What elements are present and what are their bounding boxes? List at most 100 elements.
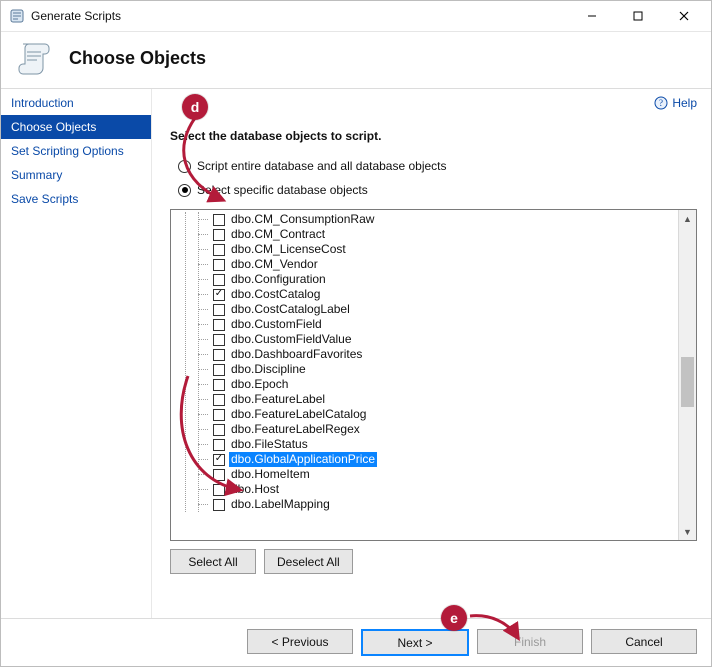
finish-button: Finish [477, 629, 583, 654]
tree-item-label: dbo.Host [229, 482, 281, 497]
sidebar-item-save-scripts[interactable]: Save Scripts [1, 187, 151, 211]
close-button[interactable] [661, 1, 707, 31]
sidebar-item-introduction[interactable]: Introduction [1, 91, 151, 115]
checkbox-icon[interactable] [213, 229, 225, 241]
tree-row[interactable]: dbo.CostCatalog [173, 287, 678, 302]
wizard-window: Generate Scripts Choose Objects Introduc… [0, 0, 712, 667]
wizard-body: IntroductionChoose ObjectsSet Scripting … [1, 89, 711, 618]
checkbox-icon[interactable] [213, 259, 225, 271]
tree-row[interactable]: dbo.HomeItem [173, 467, 678, 482]
page-title: Choose Objects [69, 48, 206, 69]
maximize-button[interactable] [615, 1, 661, 31]
checkbox-icon[interactable] [213, 499, 225, 511]
radio-label: Script entire database and all database … [197, 159, 447, 173]
window-title: Generate Scripts [31, 9, 121, 23]
radio-icon [178, 160, 191, 173]
tree-row[interactable]: dbo.FeatureLabelCatalog [173, 407, 678, 422]
checkbox-icon[interactable] [213, 244, 225, 256]
tree-item-label: dbo.CostCatalogLabel [229, 302, 352, 317]
radio-script-all[interactable]: Script entire database and all database … [178, 159, 697, 173]
tree-row[interactable]: dbo.CM_Vendor [173, 257, 678, 272]
minimize-button[interactable] [569, 1, 615, 31]
tree-row[interactable]: dbo.Discipline [173, 362, 678, 377]
radio-label: Select specific database objects [197, 183, 368, 197]
tree-row[interactable]: dbo.Host [173, 482, 678, 497]
instruction-text: Select the database objects to script. [170, 129, 697, 143]
scroll-up-icon[interactable]: ▲ [679, 210, 696, 227]
wizard-sidebar: IntroductionChoose ObjectsSet Scripting … [1, 89, 152, 618]
wizard-main: ? Help Select the database objects to sc… [152, 89, 711, 618]
sidebar-item-choose-objects[interactable]: Choose Objects [1, 115, 151, 139]
checkbox-icon[interactable] [213, 439, 225, 451]
help-label: Help [672, 96, 697, 110]
scroll-thumb[interactable] [681, 357, 694, 407]
scroll-track[interactable] [679, 227, 696, 523]
tree-item-label: dbo.Discipline [229, 362, 308, 377]
sidebar-item-set-scripting-options[interactable]: Set Scripting Options [1, 139, 151, 163]
tree-item-label: dbo.FeatureLabelRegex [229, 422, 362, 437]
checkbox-icon[interactable] [213, 379, 225, 391]
deselect-all-button[interactable]: Deselect All [264, 549, 353, 574]
help-icon: ? [654, 96, 668, 110]
scroll-down-icon[interactable]: ▼ [679, 523, 696, 540]
checkbox-icon[interactable] [213, 364, 225, 376]
tree-item-label: dbo.FileStatus [229, 437, 310, 452]
tree-row[interactable]: dbo.LabelMapping [173, 497, 678, 512]
tree-item-label: dbo.CM_LicenseCost [229, 242, 348, 257]
radio-script-specific[interactable]: Select specific database objects [178, 183, 697, 197]
script-icon [15, 38, 55, 78]
tree-item-label: dbo.HomeItem [229, 467, 312, 482]
tree-item-label: dbo.CostCatalog [229, 287, 322, 302]
tree-item-label: dbo.DashboardFavorites [229, 347, 364, 362]
next-button[interactable]: Next > [361, 629, 469, 656]
checkbox-icon[interactable] [213, 289, 225, 301]
tree-row[interactable]: dbo.CustomField [173, 317, 678, 332]
object-tree: dbo.CM_ConsumptionRawdbo.CM_Contractdbo.… [170, 209, 697, 541]
annotation-badge-d: d [182, 94, 208, 120]
checkbox-icon[interactable] [213, 319, 225, 331]
tree-row[interactable]: dbo.Configuration [173, 272, 678, 287]
tree-item-label: dbo.FeatureLabelCatalog [229, 407, 368, 422]
tree-row[interactable]: dbo.FileStatus [173, 437, 678, 452]
checkbox-icon[interactable] [213, 454, 225, 466]
tree-row[interactable]: dbo.FeatureLabelRegex [173, 422, 678, 437]
select-all-button[interactable]: Select All [170, 549, 256, 574]
tree-row[interactable]: dbo.GlobalApplicationPrice [173, 452, 678, 467]
tree-row[interactable]: dbo.CM_ConsumptionRaw [173, 212, 678, 227]
help-link[interactable]: ? Help [654, 96, 697, 110]
tree-item-label: dbo.CustomFieldValue [229, 332, 354, 347]
checkbox-icon[interactable] [213, 484, 225, 496]
annotation-badge-e: e [441, 605, 467, 631]
checkbox-icon[interactable] [213, 394, 225, 406]
checkbox-icon[interactable] [213, 409, 225, 421]
tree-item-label: dbo.CM_Contract [229, 227, 327, 242]
tree-item-label: dbo.Configuration [229, 272, 328, 287]
titlebar: Generate Scripts [1, 1, 711, 32]
checkbox-icon[interactable] [213, 334, 225, 346]
tree-item-label: dbo.CM_Vendor [229, 257, 320, 272]
cancel-button[interactable]: Cancel [591, 629, 697, 654]
tree-viewport[interactable]: dbo.CM_ConsumptionRawdbo.CM_Contractdbo.… [171, 210, 678, 540]
sidebar-item-summary[interactable]: Summary [1, 163, 151, 187]
tree-item-label: dbo.Epoch [229, 377, 290, 392]
tree-item-label: dbo.GlobalApplicationPrice [229, 452, 377, 467]
checkbox-icon[interactable] [213, 214, 225, 226]
checkbox-icon[interactable] [213, 424, 225, 436]
checkbox-icon[interactable] [213, 274, 225, 286]
tree-row[interactable]: dbo.CustomFieldValue [173, 332, 678, 347]
tree-row[interactable]: dbo.Epoch [173, 377, 678, 392]
svg-text:?: ? [659, 98, 663, 108]
tree-row[interactable]: dbo.CM_LicenseCost [173, 242, 678, 257]
checkbox-icon[interactable] [213, 349, 225, 361]
tree-row[interactable]: dbo.FeatureLabel [173, 392, 678, 407]
wizard-footer: < Previous Next > Finish Cancel [1, 618, 711, 666]
checkbox-icon[interactable] [213, 304, 225, 316]
previous-button[interactable]: < Previous [247, 629, 353, 654]
radio-icon [178, 184, 191, 197]
tree-row[interactable]: dbo.DashboardFavorites [173, 347, 678, 362]
tree-item-label: dbo.LabelMapping [229, 497, 332, 512]
tree-row[interactable]: dbo.CM_Contract [173, 227, 678, 242]
checkbox-icon[interactable] [213, 469, 225, 481]
tree-scrollbar[interactable]: ▲ ▼ [678, 210, 696, 540]
tree-row[interactable]: dbo.CostCatalogLabel [173, 302, 678, 317]
